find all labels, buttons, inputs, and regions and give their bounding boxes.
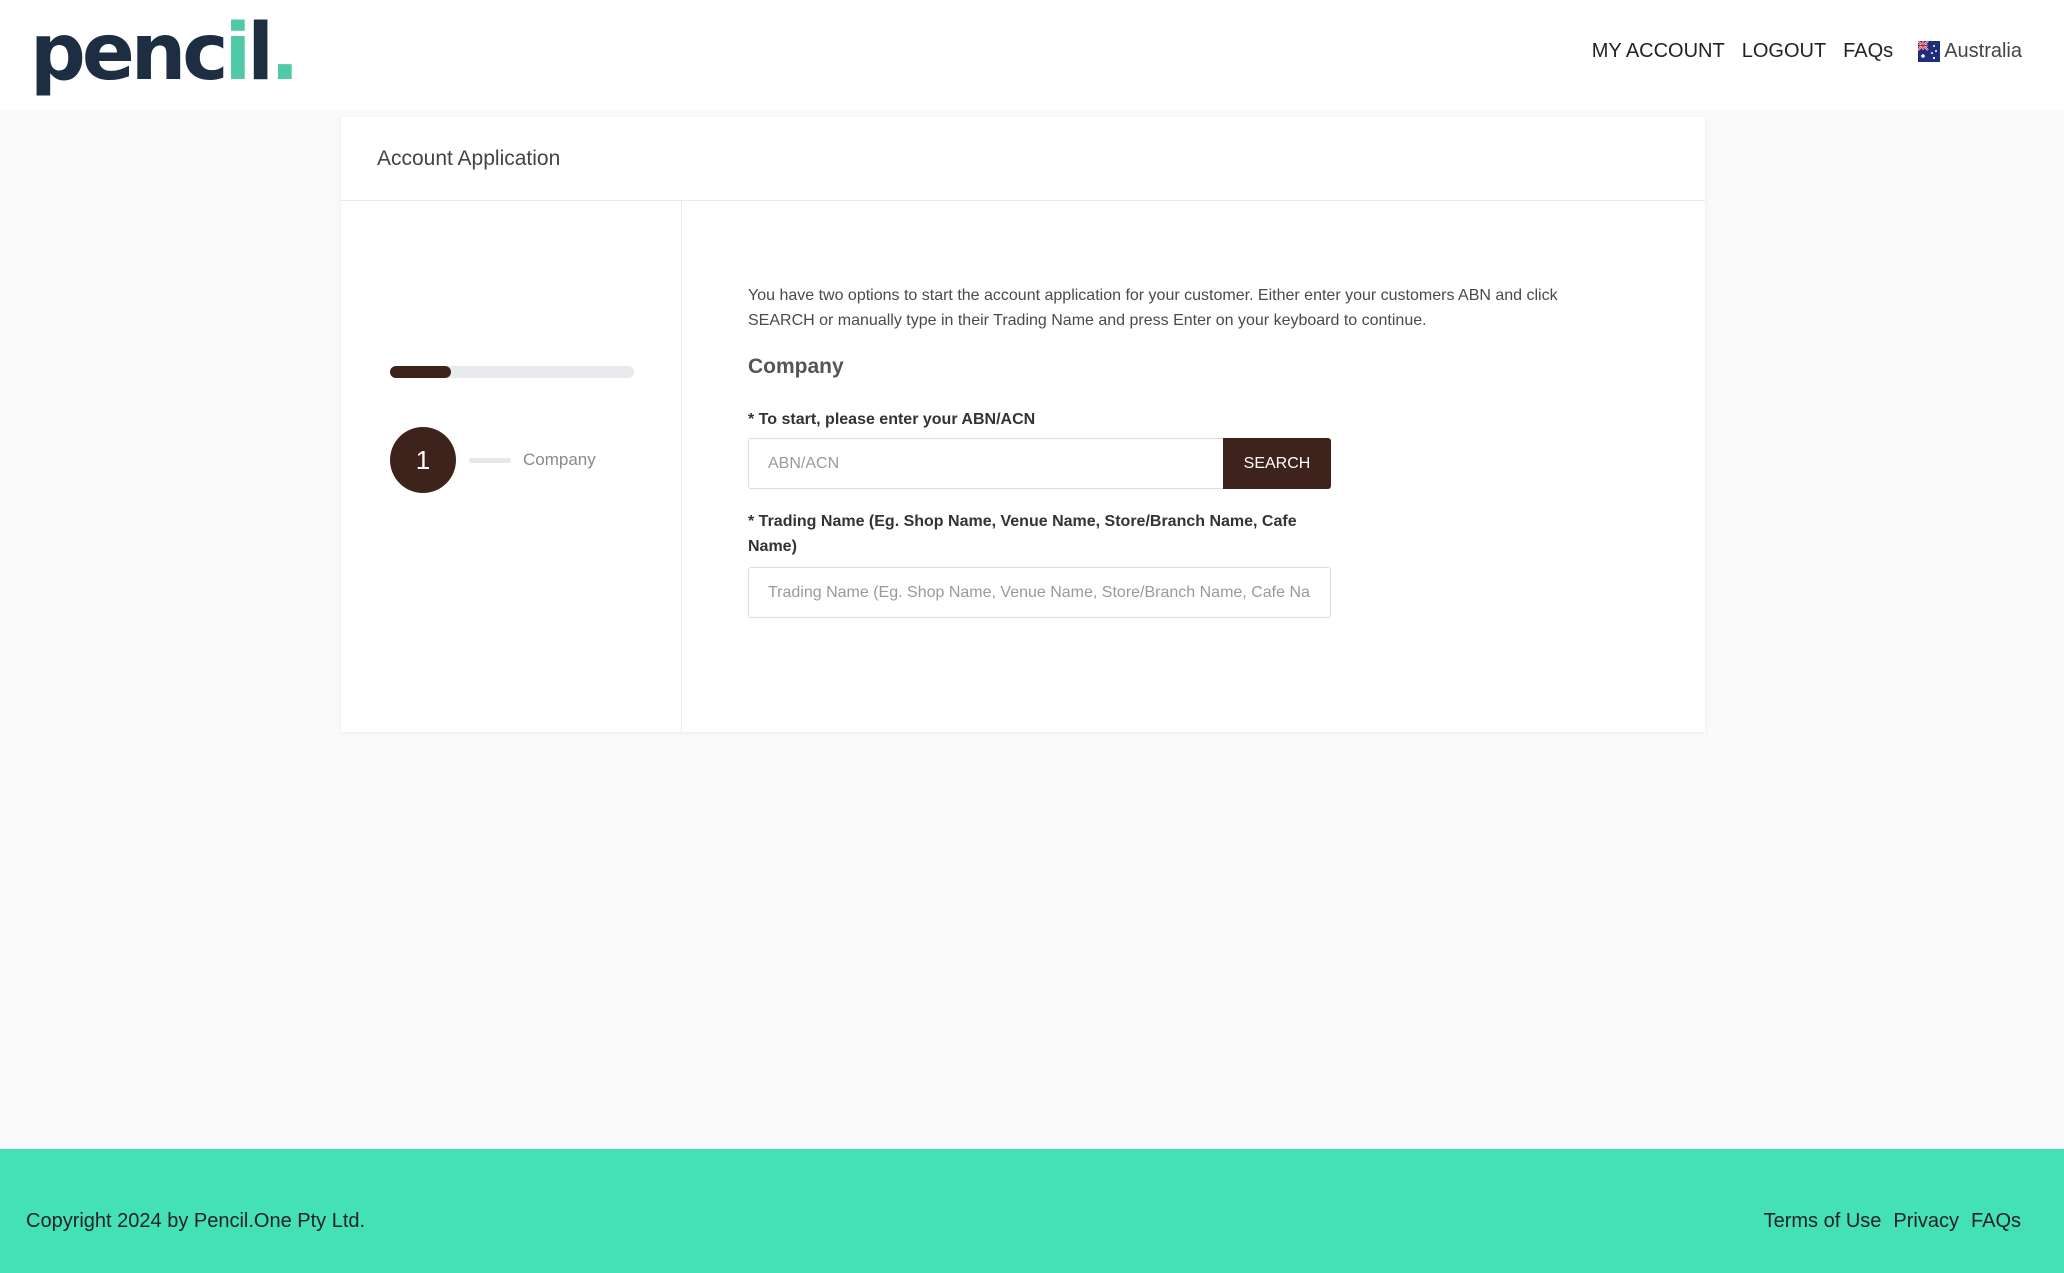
logout-link[interactable]: LOGOUT xyxy=(1742,40,1826,63)
faqs-link[interactable]: FAQs xyxy=(1843,40,1893,63)
step-label: Company xyxy=(523,450,596,469)
logo-dot: . xyxy=(270,8,300,98)
step-connector xyxy=(469,457,511,463)
site-header: pencil. MY ACCOUNT LOGOUT FAQs Australia xyxy=(0,0,2064,110)
step-company[interactable]: 1 Company xyxy=(390,427,596,493)
abn-label: * To start, please enter your ABN/ACN xyxy=(748,411,1036,428)
account-application-card: Account Application 1 Company You have t… xyxy=(341,117,1705,732)
copyright-text: Copyright 2024 by Pencil.One Pty Ltd. xyxy=(26,1210,366,1232)
abn-input[interactable] xyxy=(748,438,1223,489)
footer-links: Terms of Use Privacy FAQs xyxy=(1764,1210,2021,1233)
card-body: 1 Company You have two options to start … xyxy=(341,201,1705,732)
section-title: Company xyxy=(748,355,844,378)
trading-name-input[interactable] xyxy=(748,567,1331,618)
footer-faqs-link[interactable]: FAQs xyxy=(1971,1210,2021,1233)
australia-flag-icon xyxy=(1918,41,1941,62)
top-nav: MY ACCOUNT LOGOUT FAQs Australia xyxy=(1592,40,2022,63)
trading-name-label: * Trading Name (Eg. Shop Name, Venue Nam… xyxy=(748,513,1297,555)
my-account-link[interactable]: MY ACCOUNT xyxy=(1592,40,1725,63)
step-sidebar: 1 Company xyxy=(341,201,682,732)
progress-fill xyxy=(390,366,451,378)
card-title: Account Application xyxy=(341,117,1705,201)
abn-search-group: SEARCH xyxy=(748,438,1331,489)
country-label: Australia xyxy=(1944,40,2022,62)
privacy-link[interactable]: Privacy xyxy=(1893,1210,1959,1233)
logo-accent-letter: i xyxy=(224,8,252,98)
terms-link[interactable]: Terms of Use xyxy=(1764,1210,1882,1233)
search-button[interactable]: SEARCH xyxy=(1223,438,1331,489)
logo-text: penc xyxy=(30,8,229,98)
country-selector[interactable]: Australia xyxy=(1918,40,2022,63)
intro-text: You have two options to start the accoun… xyxy=(748,287,1558,329)
site-footer: Copyright 2024 by Pencil.One Pty Ltd. Te… xyxy=(0,1149,2064,1273)
step-number: 1 xyxy=(390,427,456,493)
logo-text-end: l xyxy=(247,8,274,98)
progress-bar xyxy=(390,366,634,378)
pencil-logo[interactable]: pencil. xyxy=(30,14,300,92)
